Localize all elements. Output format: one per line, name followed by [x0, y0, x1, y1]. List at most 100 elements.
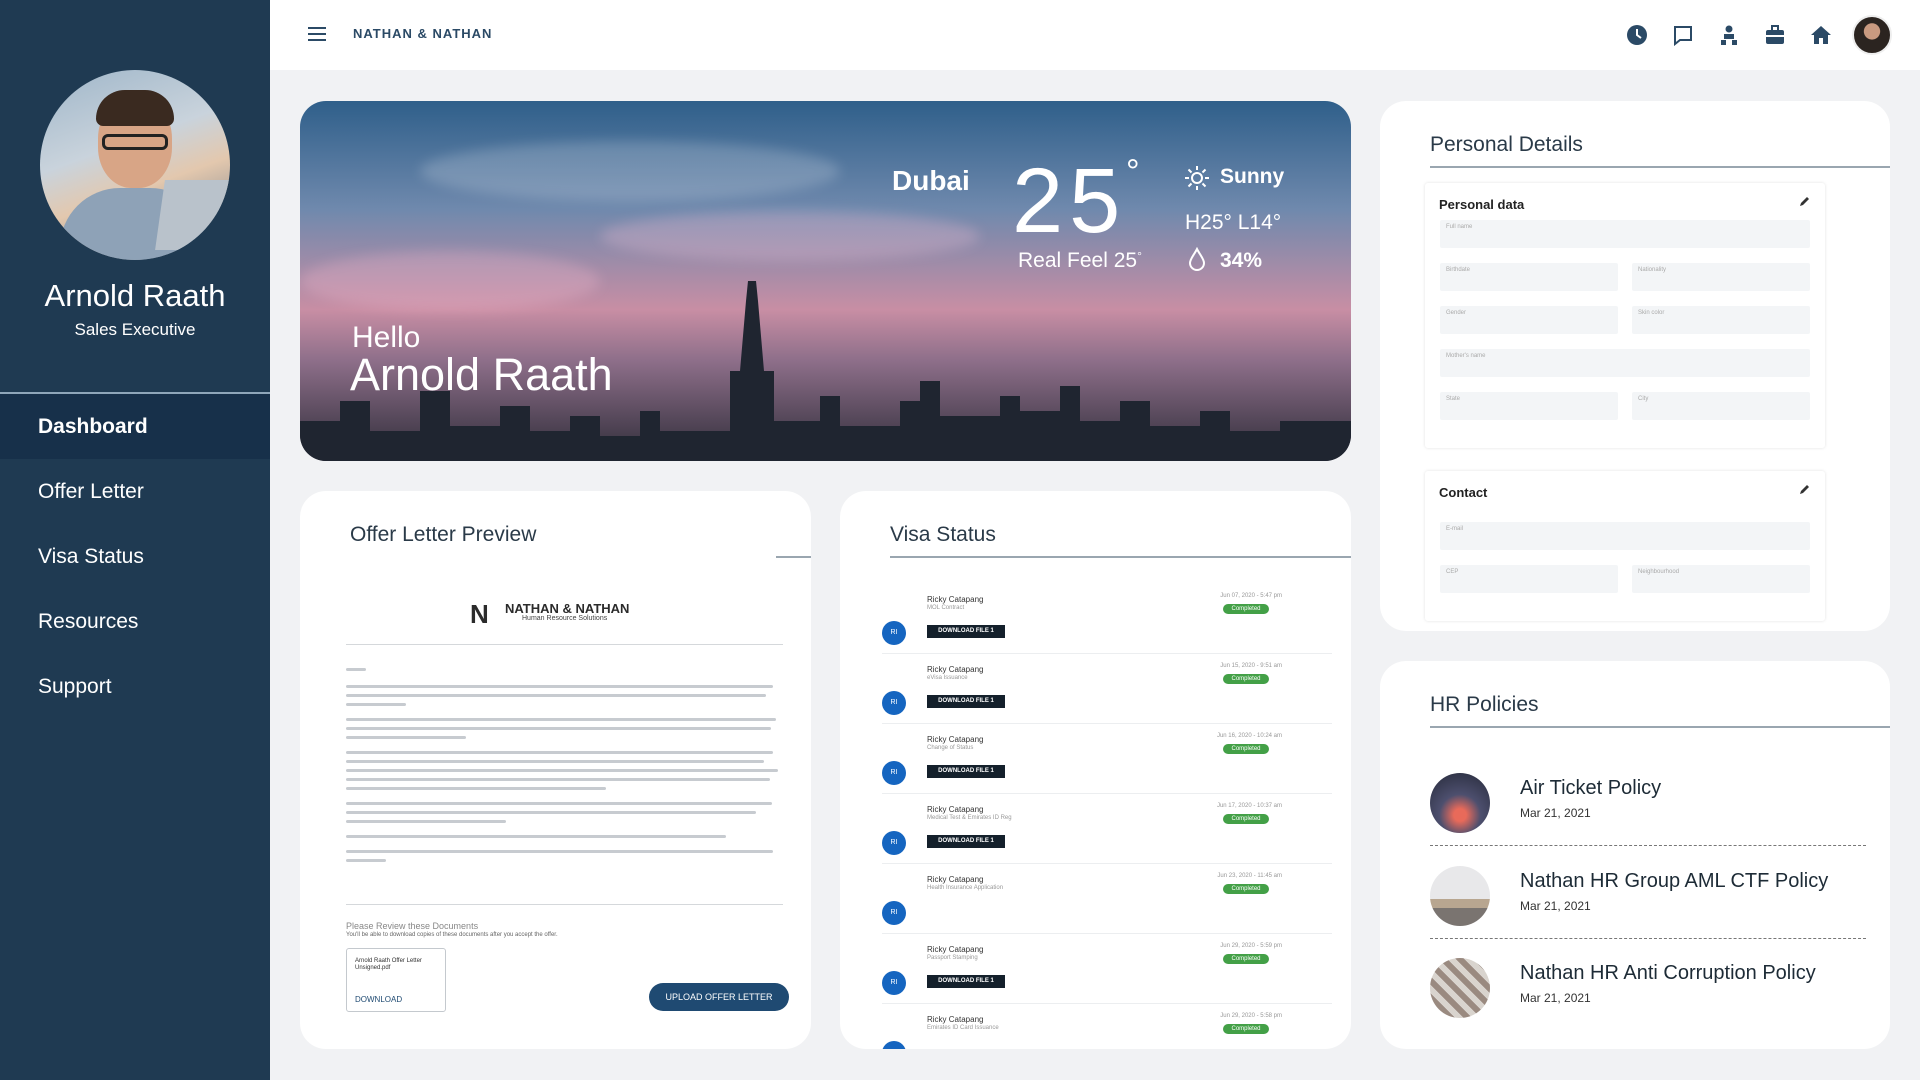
- user-initials-badge: RI: [882, 691, 906, 715]
- policy-thumbnail: [1430, 773, 1490, 833]
- visa-row-date: Jun 16, 2020 - 10:24 am: [1216, 733, 1282, 739]
- sidebar-item-visa-status[interactable]: Visa Status: [0, 524, 270, 589]
- policy-title: Nathan HR Group AML CTF Policy: [1520, 870, 1829, 892]
- policy-date: Mar 21, 2021: [1520, 899, 1591, 913]
- user-initials-badge: RI: [882, 971, 906, 995]
- visa-row-document: Change of Status: [927, 745, 974, 751]
- nationality-field[interactable]: Nationality: [1632, 263, 1810, 291]
- home-icon[interactable]: [1808, 22, 1834, 48]
- user-initials-badge: RI: [882, 761, 906, 785]
- policy-date: Mar 21, 2021: [1520, 806, 1591, 820]
- policy-title: Air Ticket Policy: [1520, 777, 1662, 799]
- user-initials-badge: RI: [882, 1041, 906, 1049]
- download-file-button[interactable]: DOWNLOAD FILE 1: [927, 695, 1005, 708]
- offer-logo-subtitle: Human Resource Solutions: [522, 615, 608, 622]
- user-initials-badge: RI: [882, 621, 906, 645]
- weather-temperature: 25: [1012, 150, 1127, 252]
- briefcase-icon[interactable]: [1762, 22, 1788, 48]
- policy-date: Mar 21, 2021: [1520, 991, 1591, 1005]
- sun-icon: [1185, 166, 1209, 190]
- skin-color-field[interactable]: Skin color: [1632, 306, 1810, 334]
- full-name-field[interactable]: Full name: [1440, 220, 1810, 248]
- weather-hero: Hello Arnold Raath Dubai 25 ° Real Feel …: [300, 101, 1351, 461]
- visa-row-date: Jun 23, 2020 - 11:45 am: [1217, 873, 1282, 879]
- hr-policies-title: HR Policies: [1430, 693, 1539, 716]
- weather-real-feel: Real Feel 25°: [1018, 249, 1142, 272]
- policy-item[interactable]: Nathan HR Group AML CTF Policy Mar 21, 2…: [1430, 854, 1866, 944]
- topbar: NATHAN & NATHAN: [270, 0, 1920, 70]
- review-documents-subtitle: You'll be able to download copies of the…: [346, 932, 558, 938]
- policy-thumbnail: [1430, 958, 1490, 1018]
- offer-letter-title: Offer Letter Preview: [350, 523, 537, 546]
- weather-degree: °: [1126, 153, 1140, 191]
- state-field[interactable]: State: [1440, 392, 1618, 420]
- download-file-button[interactable]: DOWNLOAD FILE 1: [927, 765, 1005, 778]
- status-badge: Completed: [1223, 884, 1269, 894]
- visa-row-document: eVisa Issuance: [927, 675, 968, 681]
- visa-row: RI Ricky Catapang Change of Status Jun 16, …: [882, 733, 1332, 799]
- email-field[interactable]: E-mail: [1440, 522, 1810, 550]
- topbar-icons: [1604, 15, 1892, 55]
- brand-name: NATHAN & NATHAN: [353, 26, 493, 41]
- policy-title: Nathan HR Anti Corruption Policy: [1520, 962, 1816, 984]
- visa-row: RI Ricky Catapang MOL Contract Jun 07, 2020…: [882, 593, 1332, 659]
- weather-condition: Sunny: [1220, 165, 1285, 188]
- menu-icon[interactable]: [308, 27, 326, 41]
- weather-high-low: H25° L14°: [1185, 211, 1282, 234]
- birthdate-field[interactable]: Birthdate: [1440, 263, 1618, 291]
- edit-icon[interactable]: [1799, 483, 1811, 495]
- visa-row-name: Ricky Catapang: [927, 595, 984, 604]
- edit-icon[interactable]: [1799, 195, 1811, 207]
- download-link[interactable]: DOWNLOAD: [355, 995, 402, 1004]
- visa-row-document: Medical Test & Emirates ID Reg: [927, 815, 1012, 821]
- gender-field[interactable]: Gender: [1440, 306, 1618, 334]
- download-file-button[interactable]: DOWNLOAD FILE 1: [927, 835, 1005, 848]
- user-initials-badge: RI: [882, 901, 906, 925]
- city-field[interactable]: City: [1632, 392, 1810, 420]
- visa-row-document: Emirates ID Card Issuance: [927, 1025, 999, 1031]
- neighbourhood-field[interactable]: Neighbourhood: [1632, 565, 1810, 593]
- visa-row: RI Ricky Catapang Health Insurance Applica…: [882, 873, 1332, 939]
- sidebar-item-support[interactable]: Support: [0, 654, 270, 719]
- visa-row-name: Ricky Catapang: [927, 665, 984, 674]
- visa-row-document: Health Insurance Application: [927, 885, 1004, 891]
- chat-icon[interactable]: [1670, 22, 1696, 48]
- download-file-button[interactable]: DOWNLOAD FILE 1: [927, 625, 1005, 638]
- user-role: Sales Executive: [74, 320, 196, 339]
- contact-panel: Contact E-mail CEP Neighbourhood: [1425, 471, 1825, 621]
- visa-row-date: Jun 17, 2020 - 10:37 am: [1216, 803, 1282, 809]
- offer-letter-card: Offer Letter Preview N NATHAN & NATHAN H…: [300, 491, 811, 1049]
- visa-row-name: Ricky Catapang: [927, 805, 984, 814]
- user-name: Arnold Raath: [44, 278, 226, 313]
- user-avatar[interactable]: [1852, 15, 1892, 55]
- upload-offer-letter-button[interactable]: UPLOAD OFFER LETTER: [649, 983, 789, 1011]
- company-logo-icon: N: [470, 599, 489, 629]
- sidebar: Arnold Raath Sales Executive Dashboard O…: [0, 0, 270, 1080]
- user-initials-badge: RI: [882, 831, 906, 855]
- status-badge: Completed: [1223, 674, 1269, 684]
- org-chart-icon[interactable]: [1716, 22, 1742, 48]
- personal-details-title: Personal Details: [1430, 133, 1583, 156]
- sidebar-item-resources[interactable]: Resources: [0, 589, 270, 654]
- mothers-name-field[interactable]: Mother's name: [1440, 349, 1810, 377]
- policy-thumbnail: [1430, 866, 1490, 926]
- offer-logo-text: NATHAN & NATHAN: [505, 601, 630, 616]
- visa-status-title: Visa Status: [890, 523, 996, 546]
- visa-row: RI Ricky Catapang Passport Stamping Jun 29,…: [882, 943, 1332, 1009]
- sidebar-item-offer-letter[interactable]: Offer Letter: [0, 459, 270, 524]
- policy-item[interactable]: Air Ticket Policy Mar 21, 2021: [1430, 761, 1866, 851]
- status-badge: Completed: [1223, 744, 1269, 754]
- humidity-icon: [1188, 247, 1206, 271]
- visa-row-document: MOL Contract: [927, 605, 965, 611]
- cep-field[interactable]: CEP: [1440, 565, 1618, 593]
- visa-row-name: Ricky Catapang: [927, 875, 984, 884]
- policy-item[interactable]: Nathan HR Anti Corruption Policy Mar 21,…: [1430, 946, 1866, 1036]
- visa-row-name: Ricky Catapang: [927, 1015, 984, 1024]
- sidebar-nav: Dashboard Offer Letter Visa Status Resou…: [0, 394, 270, 719]
- download-file-button[interactable]: DOWNLOAD FILE 1: [927, 975, 1005, 988]
- offer-file-card[interactable]: Arnold Raath Offer Letter Unsigned.pdf D…: [346, 948, 446, 1012]
- clock-icon[interactable]: [1624, 22, 1650, 48]
- status-badge: Completed: [1223, 604, 1269, 614]
- sidebar-item-dashboard[interactable]: Dashboard: [0, 394, 270, 459]
- visa-row-name: Ricky Catapang: [927, 945, 984, 954]
